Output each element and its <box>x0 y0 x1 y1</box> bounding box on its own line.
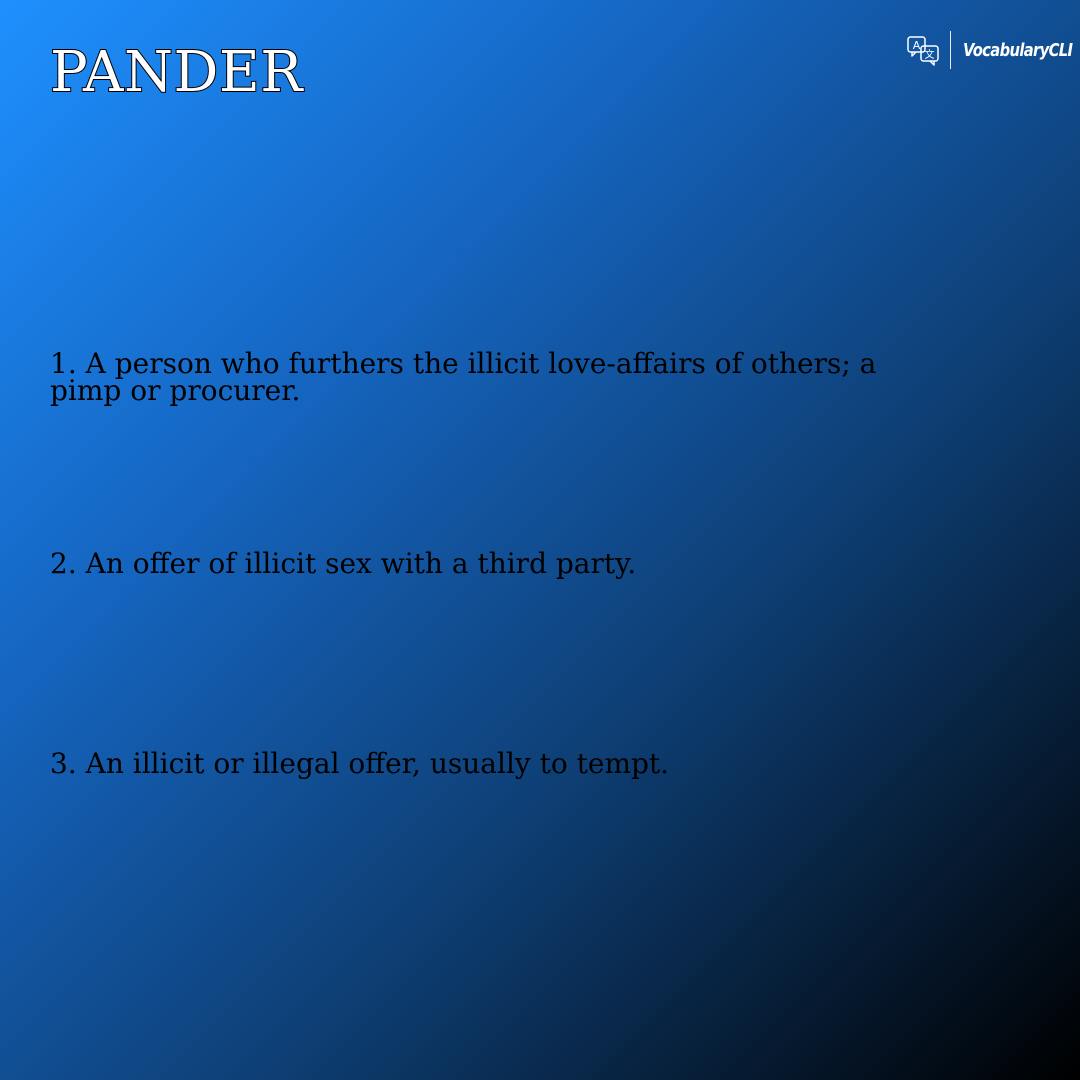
brand-name: VocabularyCLI <box>963 39 1073 61</box>
definition-2: 2. An offer of illicit sex with a third … <box>50 547 637 580</box>
brand-logo: A 文 VocabularyCLI <box>906 30 1080 70</box>
word-title: PANDER <box>49 39 303 106</box>
vocabulary-card: PANDER A 文 VocabularyCLI 1. A person who… <box>0 0 1080 1080</box>
definition-1: 1. A person who furthers the illicit lov… <box>50 347 877 407</box>
definition-3: 3. An illicit or illegal offer, usually … <box>50 747 670 780</box>
svg-text:A: A <box>913 39 921 52</box>
svg-text:文: 文 <box>925 48 935 61</box>
translate-icon: A 文 <box>907 36 939 66</box>
brand-divider <box>950 31 951 69</box>
